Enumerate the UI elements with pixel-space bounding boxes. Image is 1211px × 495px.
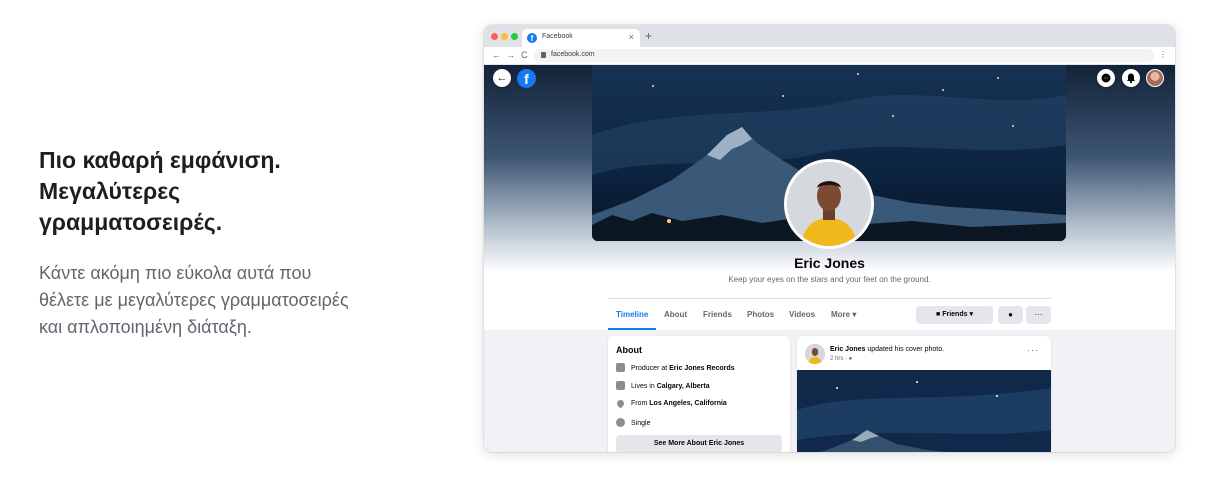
- about-row-from: From Los Angeles, California: [615, 398, 727, 409]
- back-arrow-icon[interactable]: ←: [492, 49, 501, 62]
- friends-button[interactable]: ■ Friends ▾: [916, 306, 993, 324]
- profile-picture[interactable]: [784, 159, 874, 249]
- post-action-text: updated his cover photo.: [865, 346, 945, 353]
- post-cover-image-art: [797, 370, 1051, 452]
- address-bar[interactable]: facebook.com: [534, 49, 1154, 62]
- maximize-window-button[interactable]: [511, 33, 518, 40]
- promo-headline-line: Μεγαλύτερες: [39, 178, 181, 204]
- promo-headline: Πιο καθαρή εμφάνιση. Μεγαλύτερες γραμματ…: [39, 145, 439, 238]
- tab-videos[interactable]: Videos: [789, 310, 815, 319]
- briefcase-icon: [616, 363, 625, 372]
- about-row-prefix: From: [631, 400, 650, 407]
- notifications-bell-icon[interactable]: [1122, 69, 1140, 87]
- profile-tabs: Timeline About Friends Photos Videos Mor…: [608, 298, 1051, 330]
- friends-button-label: Friends ▾: [942, 311, 973, 318]
- friends-icon: ■: [936, 311, 941, 318]
- promo-section: Πιο καθαρή εμφάνιση. Μεγαλύτερες γραμματ…: [39, 145, 439, 341]
- post-headline: Eric Jones updated his cover photo.: [830, 346, 944, 353]
- about-card: About Producer at Eric Jones Records Liv…: [608, 336, 790, 452]
- promo-headline-line: Πιο καθαρή εμφάνιση.: [39, 147, 281, 173]
- globe-icon: ●: [848, 356, 853, 362]
- about-row-lives: Lives in Calgary, Alberta: [616, 381, 710, 390]
- lock-icon: [541, 52, 546, 58]
- back-button[interactable]: ←: [493, 69, 511, 87]
- close-tab-icon[interactable]: ×: [629, 32, 634, 42]
- location-pin-icon: [615, 398, 626, 409]
- post-author-avatar[interactable]: [805, 344, 825, 364]
- about-row-prefix: Single: [631, 420, 651, 427]
- close-window-button[interactable]: [491, 33, 498, 40]
- browser-toolbar: ← → C facebook.com ⋮: [484, 47, 1175, 65]
- home-icon: [616, 381, 625, 390]
- campfire-light: [667, 219, 671, 223]
- post-cover-image[interactable]: [797, 370, 1051, 452]
- reload-icon[interactable]: C: [521, 49, 528, 62]
- browser-window: f Facebook × + ← → C facebook.com ⋮ ← f …: [484, 25, 1175, 452]
- browser-titlebar: f Facebook × +: [484, 25, 1175, 47]
- post-card: Eric Jones updated his cover photo. 2 hr…: [797, 336, 1051, 452]
- tab-title: Facebook: [542, 33, 573, 40]
- promo-description-line: Κάντε ακόμη πιο εύκολα αυτά που: [39, 263, 312, 283]
- facebook-favicon-icon: f: [527, 33, 537, 43]
- messenger-small-icon: ●: [1008, 310, 1013, 319]
- browser-tab[interactable]: f Facebook ×: [522, 29, 640, 47]
- more-options-button[interactable]: ···: [1026, 306, 1051, 324]
- tab-more[interactable]: More ▾: [831, 310, 856, 319]
- about-row-prefix: Producer at: [631, 365, 670, 372]
- browser-menu-icon[interactable]: ⋮: [1159, 50, 1167, 59]
- tab-timeline[interactable]: Timeline: [616, 310, 648, 319]
- profile-picture-art: [787, 162, 871, 246]
- about-row-relationship: Single: [616, 418, 650, 427]
- tab-about[interactable]: About: [664, 310, 687, 319]
- post-timestamp[interactable]: 2 hrs · ●: [830, 356, 852, 362]
- facebook-logo-icon[interactable]: f: [517, 69, 536, 88]
- tab-friends[interactable]: Friends: [703, 310, 732, 319]
- message-button[interactable]: ●: [998, 306, 1023, 324]
- profile-bio: Keep your eyes on the stars and your fee…: [728, 275, 931, 284]
- promo-description: Κάντε ακόμη πιο εύκολα αυτά που θέλετε μ…: [39, 260, 439, 341]
- promo-headline-line: γραμματοσειρές.: [39, 209, 223, 235]
- about-row-work: Producer at Eric Jones Records: [616, 363, 735, 372]
- about-row-link[interactable]: Calgary, Alberta: [657, 383, 710, 390]
- new-tab-button[interactable]: +: [645, 29, 652, 43]
- profile-name: Eric Jones: [794, 255, 865, 271]
- about-row-link[interactable]: Los Angeles, California: [649, 400, 727, 407]
- see-more-about-button[interactable]: See More About Eric Jones: [616, 435, 782, 452]
- about-row-link[interactable]: Eric Jones Records: [669, 365, 734, 372]
- address-bar-url: facebook.com: [551, 51, 595, 58]
- post-options-button[interactable]: ···: [1027, 345, 1039, 355]
- minimize-window-button[interactable]: [501, 33, 508, 40]
- account-avatar[interactable]: [1146, 69, 1164, 87]
- promo-description-line: θέλετε με μεγαλύτερες γραμματοσειρές: [39, 290, 349, 310]
- tab-photos[interactable]: Photos: [747, 310, 774, 319]
- active-tab-indicator: [608, 328, 656, 330]
- about-card-title: About: [616, 345, 642, 355]
- facebook-profile-page: ← f Eric Jones Keep your eyes on the sta…: [484, 65, 1175, 452]
- post-author-name[interactable]: Eric Jones: [830, 346, 865, 353]
- promo-description-line: και απλοποιημένη διάταξη.: [39, 317, 252, 337]
- about-row-prefix: Lives in: [631, 383, 657, 390]
- forward-arrow-icon[interactable]: →: [506, 49, 515, 62]
- messenger-icon[interactable]: [1097, 69, 1115, 87]
- heart-icon: [616, 418, 625, 427]
